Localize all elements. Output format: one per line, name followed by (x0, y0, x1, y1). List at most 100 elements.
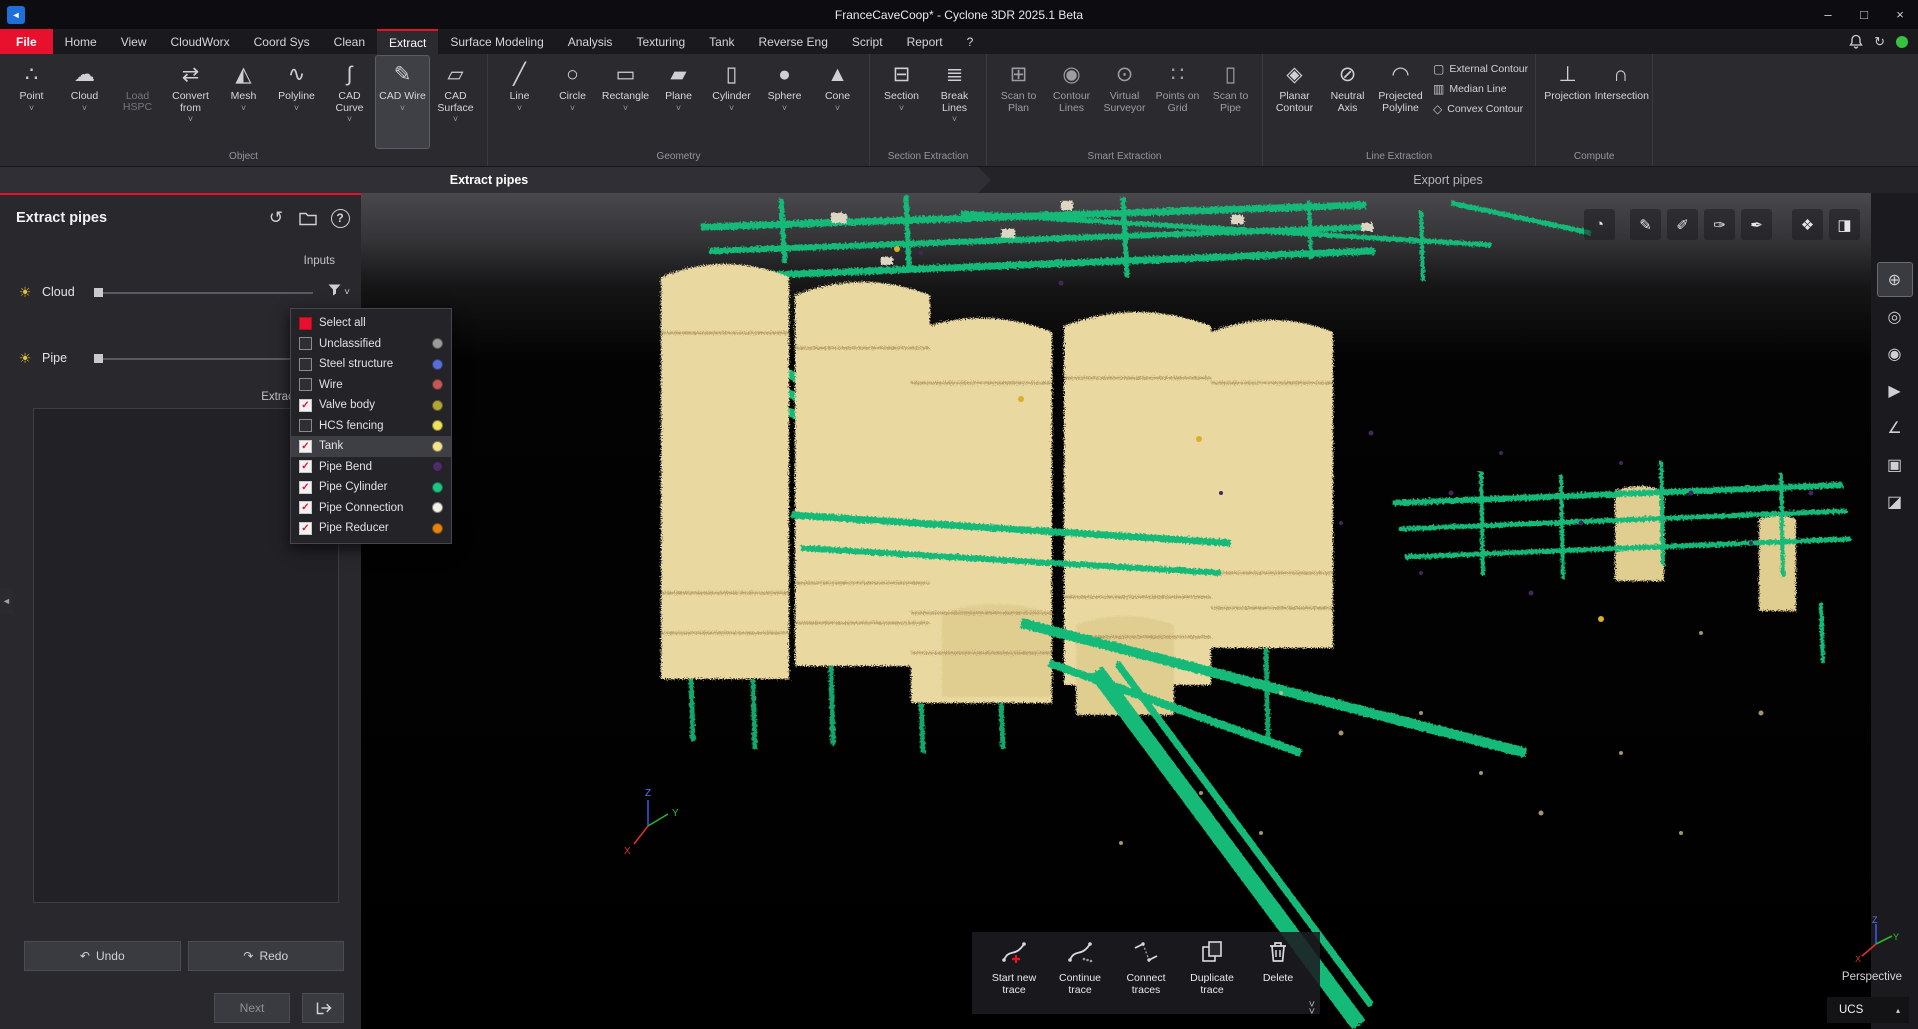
line-button[interactable]: ╱Line˅ (493, 56, 546, 148)
fly-mode-icon[interactable]: ▶ (1878, 374, 1912, 407)
filter-item-wire[interactable]: Wire (291, 375, 451, 396)
menu-tab-help[interactable]: ? (955, 29, 986, 54)
menu-tab-tank[interactable]: Tank (697, 29, 746, 54)
break-lines-button[interactable]: ≣Break Lines˅ (928, 56, 981, 148)
menu-tab-home[interactable]: Home (53, 29, 109, 54)
cone-button[interactable]: ▲Cone˅ (811, 56, 864, 148)
filter-item-pipe-cylinder[interactable]: ✓Pipe Cylinder (291, 477, 451, 498)
filter-item-hcs-fencing[interactable]: HCS fencing (291, 416, 451, 437)
examine-view-icon[interactable]: ◉ (1878, 337, 1912, 370)
delete-button[interactable]: Delete (1246, 939, 1310, 1010)
import-export-icon[interactable] (295, 205, 321, 231)
filter-item-pipe-bend[interactable]: ✓Pipe Bend (291, 457, 451, 478)
redo-button[interactable]: ↷Redo (188, 941, 345, 971)
rectangle-button[interactable]: ▭Rectangle˅ (599, 56, 652, 148)
clipping-sphere-icon[interactable]: ◔ (1584, 209, 1615, 240)
help-icon[interactable]: ? (327, 205, 353, 231)
section-button[interactable]: ⊟Section˅ (875, 56, 928, 148)
cylinder-button[interactable]: ▯Cylinder˅ (705, 56, 758, 148)
menu-tab-clean[interactable]: Clean (322, 29, 377, 54)
intersection-button[interactable]: ∩Intersection (1594, 56, 1647, 148)
ucs-selector[interactable]: UCS ▴ (1827, 997, 1909, 1023)
point-button[interactable]: ∴Point˅ (5, 56, 58, 148)
menu-tab-analysis[interactable]: Analysis (556, 29, 625, 54)
plane-button[interactable]: ▰Plane˅ (652, 56, 705, 148)
filter-item-valve-body[interactable]: ✓Valve body (291, 395, 451, 416)
filter-item-steel-structure[interactable]: Steel structure (291, 354, 451, 375)
undo-button[interactable]: ↶Undo (24, 941, 181, 971)
projection-button[interactable]: ⊥Projection (1541, 56, 1594, 148)
median-line-button[interactable]: ▥Median Line (1433, 82, 1528, 96)
checkbox[interactable]: ✓ (299, 440, 312, 453)
points-on-grid-button[interactable]: ∷Points on Grid (1151, 56, 1204, 148)
measure-distance-icon[interactable]: ✎ (1630, 209, 1661, 240)
filter-item-pipe-reducer[interactable]: ✓Pipe Reducer (291, 518, 451, 539)
circle-button[interactable]: ○Circle˅ (546, 56, 599, 148)
projected-polyline-button[interactable]: ◠Projected Polyline (1374, 56, 1427, 148)
scan-to-pipe-button[interactable]: ▯Scan to Pipe (1204, 56, 1257, 148)
measure-tool-icon[interactable]: ∠ (1878, 411, 1912, 444)
virtual-surveyor-button[interactable]: ⊙Virtual Surveyor (1098, 56, 1151, 148)
filter-item-unclassified[interactable]: Unclassified (291, 334, 451, 355)
start-new-trace-button[interactable]: Start new trace (982, 939, 1046, 1010)
continue-trace-button[interactable]: Continue trace (1048, 939, 1112, 1010)
menu-tab-report[interactable]: Report (895, 29, 955, 54)
history-icon[interactable]: ↺ (263, 205, 289, 231)
contour-lines-button[interactable]: ◉Contour Lines (1045, 56, 1098, 148)
tab-export-pipes[interactable]: Export pipes (978, 167, 1918, 193)
viewport-3d[interactable]: Z Y X (361, 193, 1871, 1029)
filter-item-tank[interactable]: ✓Tank (291, 436, 451, 457)
collapse-toolbar-icon[interactable]: ˅˅ (1309, 1002, 1315, 1016)
cloud-button[interactable]: ☁Cloud˅ (58, 56, 111, 148)
slider-thumb[interactable] (94, 354, 103, 363)
maximize-button[interactable]: □ (1846, 0, 1882, 29)
pan-navigate-icon[interactable]: ⊕ (1878, 263, 1912, 296)
measure-angle-icon[interactable]: ✒ (1741, 209, 1772, 240)
checkbox[interactable]: ✓ (299, 481, 312, 494)
visibility-bulb-icon[interactable]: ☀ (16, 284, 34, 301)
checkbox[interactable]: ✓ (299, 501, 312, 514)
measure-surface-icon[interactable]: ✑ (1704, 209, 1735, 240)
cad-wire-button[interactable]: ✎CAD Wire˅ (376, 56, 429, 148)
checkbox[interactable] (299, 317, 312, 330)
planar-contour-button[interactable]: ◈Planar Contour (1268, 56, 1321, 148)
menu-tab-view[interactable]: View (109, 29, 159, 54)
inspect-icon[interactable]: ❖ (1792, 209, 1823, 240)
cad-surface-button[interactable]: ▱CAD Surface˅ (429, 56, 482, 148)
checkbox[interactable]: ✓ (299, 460, 312, 473)
cad-curve-button[interactable]: ∫CAD Curve˅ (323, 56, 376, 148)
compare-icon[interactable]: ◨ (1829, 209, 1860, 240)
slider-thumb[interactable] (94, 288, 103, 297)
minimize-button[interactable]: – (1810, 0, 1846, 29)
measure-point-icon[interactable]: ✐ (1667, 209, 1698, 240)
neutral-axis-button[interactable]: ⊘Neutral Axis (1321, 56, 1374, 148)
sphere-button[interactable]: ●Sphere˅ (758, 56, 811, 148)
menu-tab-extract[interactable]: Extract (377, 29, 438, 54)
mesh-button[interactable]: ◭Mesh˅ (217, 56, 270, 148)
connect-traces-button[interactable]: Connect traces (1114, 939, 1178, 1010)
send-to-next-step-button[interactable] (302, 993, 344, 1023)
rotate-center-icon[interactable]: ◎ (1878, 300, 1912, 333)
panel-collapse-icon[interactable]: ◄ (0, 588, 13, 614)
menu-tab-script[interactable]: Script (840, 29, 895, 54)
checkbox[interactable] (299, 358, 312, 371)
menu-tab-cloudworx[interactable]: CloudWorx (158, 29, 241, 54)
external-contour-button[interactable]: ▢External Contour (1433, 62, 1528, 76)
duplicate-trace-button[interactable]: Duplicate trace (1180, 939, 1244, 1010)
polyline-button[interactable]: ∿Polyline˅ (270, 56, 323, 148)
next-button[interactable]: Next (214, 993, 290, 1023)
menu-tab-coord-sys[interactable]: Coord Sys (242, 29, 322, 54)
menu-tab-reverse-eng[interactable]: Reverse Eng (747, 29, 840, 54)
connection-status-icon[interactable] (1896, 36, 1908, 48)
scan-to-plan-button[interactable]: ⊞Scan to Plan (992, 56, 1045, 148)
tab-extract-pipes[interactable]: Extract pipes (0, 167, 978, 193)
menu-tab-file[interactable]: File (0, 29, 53, 54)
cloud-opacity-slider[interactable] (94, 287, 313, 298)
filter-item-pipe-connection[interactable]: ✓Pipe Connection (291, 498, 451, 519)
menu-tab-texturing[interactable]: Texturing (624, 29, 697, 54)
checkbox[interactable] (299, 378, 312, 391)
filter-item-select-all[interactable]: Select all (291, 313, 451, 334)
close-button[interactable]: × (1882, 0, 1918, 29)
convert-from-button[interactable]: ⇄Convert from˅ (164, 56, 217, 148)
menu-tab-surface-modeling[interactable]: Surface Modeling (438, 29, 555, 54)
